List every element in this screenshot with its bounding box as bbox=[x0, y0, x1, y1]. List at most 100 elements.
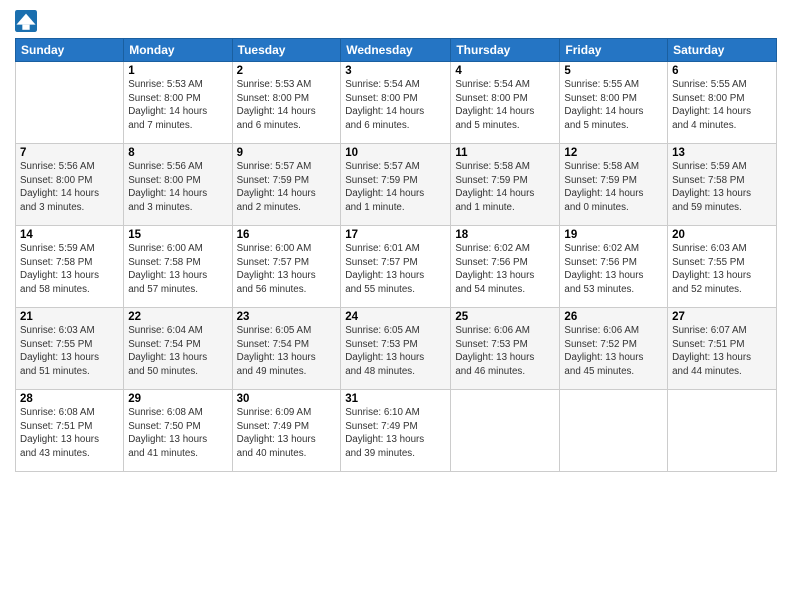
day-number: 21 bbox=[20, 311, 119, 323]
day-info: Sunrise: 6:03 AM Sunset: 7:55 PM Dayligh… bbox=[20, 324, 119, 379]
calendar-cell: 2Sunrise: 5:53 AM Sunset: 8:00 PM Daylig… bbox=[232, 62, 341, 144]
day-number: 18 bbox=[455, 229, 555, 241]
calendar-header-row: SundayMondayTuesdayWednesdayThursdayFrid… bbox=[16, 39, 777, 62]
day-number: 26 bbox=[564, 311, 663, 323]
day-number: 8 bbox=[128, 147, 227, 159]
column-header-monday: Monday bbox=[124, 39, 232, 62]
day-number: 13 bbox=[672, 147, 772, 159]
header bbox=[15, 10, 777, 32]
day-number: 15 bbox=[128, 229, 227, 241]
calendar-cell: 29Sunrise: 6:08 AM Sunset: 7:50 PM Dayli… bbox=[124, 390, 232, 472]
day-number: 28 bbox=[20, 393, 119, 405]
calendar-cell bbox=[16, 62, 124, 144]
day-info: Sunrise: 5:53 AM Sunset: 8:00 PM Dayligh… bbox=[237, 78, 337, 133]
day-number: 5 bbox=[564, 65, 663, 77]
column-header-sunday: Sunday bbox=[16, 39, 124, 62]
day-info: Sunrise: 6:05 AM Sunset: 7:54 PM Dayligh… bbox=[237, 324, 337, 379]
day-number: 4 bbox=[455, 65, 555, 77]
day-number: 17 bbox=[345, 229, 446, 241]
day-info: Sunrise: 6:10 AM Sunset: 7:49 PM Dayligh… bbox=[345, 406, 446, 461]
day-info: Sunrise: 6:08 AM Sunset: 7:50 PM Dayligh… bbox=[128, 406, 227, 461]
calendar-cell bbox=[560, 390, 668, 472]
day-number: 22 bbox=[128, 311, 227, 323]
calendar-cell: 3Sunrise: 5:54 AM Sunset: 8:00 PM Daylig… bbox=[341, 62, 451, 144]
day-number: 7 bbox=[20, 147, 119, 159]
day-number: 23 bbox=[237, 311, 337, 323]
calendar-cell: 19Sunrise: 6:02 AM Sunset: 7:56 PM Dayli… bbox=[560, 226, 668, 308]
day-info: Sunrise: 5:56 AM Sunset: 8:00 PM Dayligh… bbox=[128, 160, 227, 215]
day-info: Sunrise: 5:54 AM Sunset: 8:00 PM Dayligh… bbox=[345, 78, 446, 133]
day-number: 24 bbox=[345, 311, 446, 323]
day-info: Sunrise: 6:04 AM Sunset: 7:54 PM Dayligh… bbox=[128, 324, 227, 379]
day-number: 30 bbox=[237, 393, 337, 405]
day-number: 11 bbox=[455, 147, 555, 159]
day-info: Sunrise: 6:01 AM Sunset: 7:57 PM Dayligh… bbox=[345, 242, 446, 297]
calendar-cell: 9Sunrise: 5:57 AM Sunset: 7:59 PM Daylig… bbox=[232, 144, 341, 226]
calendar-cell: 1Sunrise: 5:53 AM Sunset: 8:00 PM Daylig… bbox=[124, 62, 232, 144]
day-info: Sunrise: 5:53 AM Sunset: 8:00 PM Dayligh… bbox=[128, 78, 227, 133]
day-info: Sunrise: 6:03 AM Sunset: 7:55 PM Dayligh… bbox=[672, 242, 772, 297]
day-number: 12 bbox=[564, 147, 663, 159]
day-number: 27 bbox=[672, 311, 772, 323]
day-info: Sunrise: 5:58 AM Sunset: 7:59 PM Dayligh… bbox=[564, 160, 663, 215]
day-info: Sunrise: 6:09 AM Sunset: 7:49 PM Dayligh… bbox=[237, 406, 337, 461]
calendar-cell: 13Sunrise: 5:59 AM Sunset: 7:58 PM Dayli… bbox=[668, 144, 777, 226]
day-info: Sunrise: 5:55 AM Sunset: 8:00 PM Dayligh… bbox=[564, 78, 663, 133]
day-number: 9 bbox=[237, 147, 337, 159]
column-header-tuesday: Tuesday bbox=[232, 39, 341, 62]
day-info: Sunrise: 6:00 AM Sunset: 7:57 PM Dayligh… bbox=[237, 242, 337, 297]
calendar-cell: 30Sunrise: 6:09 AM Sunset: 7:49 PM Dayli… bbox=[232, 390, 341, 472]
week-row-3: 21Sunrise: 6:03 AM Sunset: 7:55 PM Dayli… bbox=[16, 308, 777, 390]
calendar-cell: 10Sunrise: 5:57 AM Sunset: 7:59 PM Dayli… bbox=[341, 144, 451, 226]
day-info: Sunrise: 5:56 AM Sunset: 8:00 PM Dayligh… bbox=[20, 160, 119, 215]
day-info: Sunrise: 6:08 AM Sunset: 7:51 PM Dayligh… bbox=[20, 406, 119, 461]
calendar-cell: 18Sunrise: 6:02 AM Sunset: 7:56 PM Dayli… bbox=[451, 226, 560, 308]
week-row-2: 14Sunrise: 5:59 AM Sunset: 7:58 PM Dayli… bbox=[16, 226, 777, 308]
calendar-cell: 5Sunrise: 5:55 AM Sunset: 8:00 PM Daylig… bbox=[560, 62, 668, 144]
day-number: 2 bbox=[237, 65, 337, 77]
day-number: 14 bbox=[20, 229, 119, 241]
day-number: 19 bbox=[564, 229, 663, 241]
calendar-cell: 21Sunrise: 6:03 AM Sunset: 7:55 PM Dayli… bbox=[16, 308, 124, 390]
calendar-cell: 27Sunrise: 6:07 AM Sunset: 7:51 PM Dayli… bbox=[668, 308, 777, 390]
calendar-table: SundayMondayTuesdayWednesdayThursdayFrid… bbox=[15, 38, 777, 472]
calendar-cell bbox=[451, 390, 560, 472]
calendar-cell: 12Sunrise: 5:58 AM Sunset: 7:59 PM Dayli… bbox=[560, 144, 668, 226]
day-number: 16 bbox=[237, 229, 337, 241]
calendar-cell: 22Sunrise: 6:04 AM Sunset: 7:54 PM Dayli… bbox=[124, 308, 232, 390]
column-header-thursday: Thursday bbox=[451, 39, 560, 62]
day-number: 25 bbox=[455, 311, 555, 323]
calendar-cell: 28Sunrise: 6:08 AM Sunset: 7:51 PM Dayli… bbox=[16, 390, 124, 472]
day-info: Sunrise: 6:06 AM Sunset: 7:53 PM Dayligh… bbox=[455, 324, 555, 379]
calendar-cell: 25Sunrise: 6:06 AM Sunset: 7:53 PM Dayli… bbox=[451, 308, 560, 390]
day-number: 29 bbox=[128, 393, 227, 405]
logo-icon bbox=[15, 10, 37, 32]
day-number: 6 bbox=[672, 65, 772, 77]
calendar-cell: 15Sunrise: 6:00 AM Sunset: 7:58 PM Dayli… bbox=[124, 226, 232, 308]
day-info: Sunrise: 5:59 AM Sunset: 7:58 PM Dayligh… bbox=[672, 160, 772, 215]
calendar-body: 1Sunrise: 5:53 AM Sunset: 8:00 PM Daylig… bbox=[16, 62, 777, 472]
day-info: Sunrise: 6:06 AM Sunset: 7:52 PM Dayligh… bbox=[564, 324, 663, 379]
page: SundayMondayTuesdayWednesdayThursdayFrid… bbox=[0, 0, 792, 612]
week-row-0: 1Sunrise: 5:53 AM Sunset: 8:00 PM Daylig… bbox=[16, 62, 777, 144]
week-row-4: 28Sunrise: 6:08 AM Sunset: 7:51 PM Dayli… bbox=[16, 390, 777, 472]
week-row-1: 7Sunrise: 5:56 AM Sunset: 8:00 PM Daylig… bbox=[16, 144, 777, 226]
day-info: Sunrise: 5:54 AM Sunset: 8:00 PM Dayligh… bbox=[455, 78, 555, 133]
calendar-cell: 31Sunrise: 6:10 AM Sunset: 7:49 PM Dayli… bbox=[341, 390, 451, 472]
day-number: 3 bbox=[345, 65, 446, 77]
calendar-cell: 11Sunrise: 5:58 AM Sunset: 7:59 PM Dayli… bbox=[451, 144, 560, 226]
day-info: Sunrise: 5:55 AM Sunset: 8:00 PM Dayligh… bbox=[672, 78, 772, 133]
day-info: Sunrise: 6:07 AM Sunset: 7:51 PM Dayligh… bbox=[672, 324, 772, 379]
day-info: Sunrise: 6:05 AM Sunset: 7:53 PM Dayligh… bbox=[345, 324, 446, 379]
day-number: 1 bbox=[128, 65, 227, 77]
column-header-wednesday: Wednesday bbox=[341, 39, 451, 62]
column-header-friday: Friday bbox=[560, 39, 668, 62]
day-number: 31 bbox=[345, 393, 446, 405]
day-number: 10 bbox=[345, 147, 446, 159]
calendar-cell: 26Sunrise: 6:06 AM Sunset: 7:52 PM Dayli… bbox=[560, 308, 668, 390]
calendar-cell: 17Sunrise: 6:01 AM Sunset: 7:57 PM Dayli… bbox=[341, 226, 451, 308]
calendar-cell: 23Sunrise: 6:05 AM Sunset: 7:54 PM Dayli… bbox=[232, 308, 341, 390]
day-info: Sunrise: 5:58 AM Sunset: 7:59 PM Dayligh… bbox=[455, 160, 555, 215]
calendar-cell: 6Sunrise: 5:55 AM Sunset: 8:00 PM Daylig… bbox=[668, 62, 777, 144]
day-info: Sunrise: 5:57 AM Sunset: 7:59 PM Dayligh… bbox=[345, 160, 446, 215]
